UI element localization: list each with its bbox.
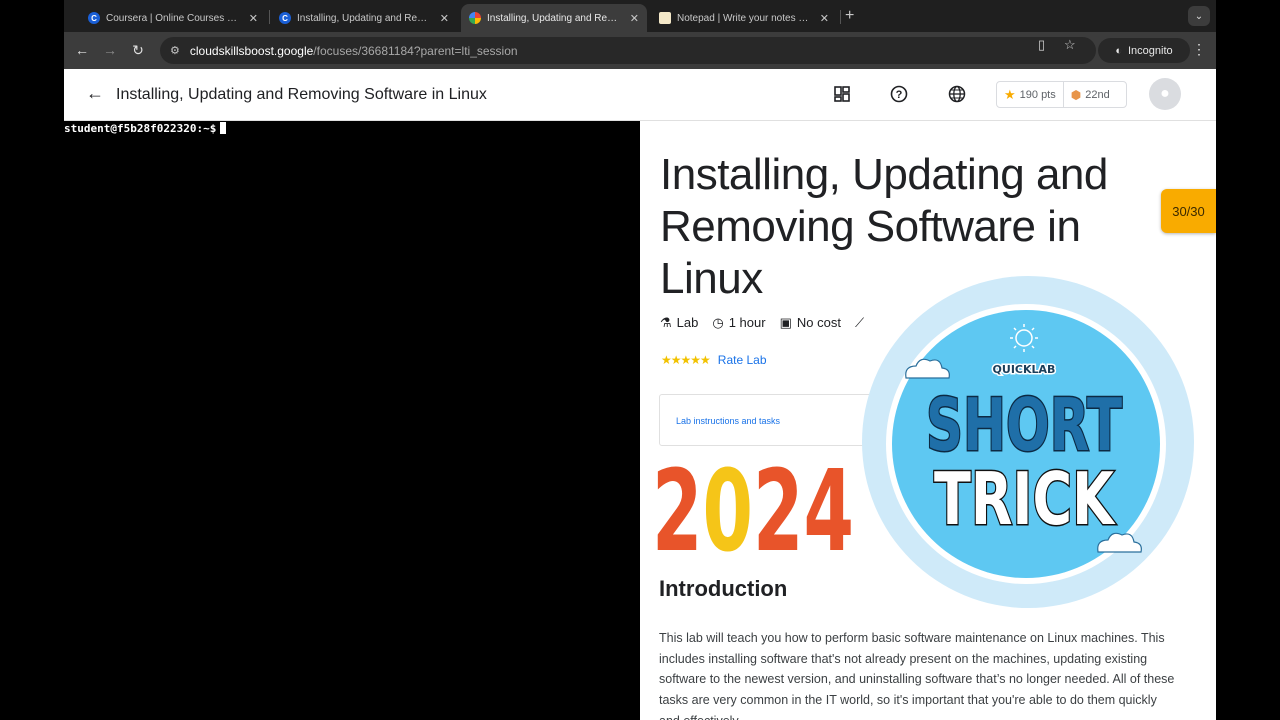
- lab-meta: ⚗ Lab ◷ 1 hour ▣ No cost ⟋: [660, 315, 869, 331]
- forward-arrow-icon[interactable]: →: [100, 40, 120, 60]
- browser-toolbar: ← → ↻ ⚙ cloudskillsboost.google/focuses/…: [64, 32, 1216, 69]
- score-tab[interactable]: 30/30: [1161, 189, 1216, 233]
- language-globe-icon[interactable]: [946, 83, 968, 105]
- svg-text:?: ?: [896, 89, 903, 101]
- browser-tab[interactable]: Notepad | Write your notes online ✕: [651, 4, 837, 32]
- new-tab-icon[interactable]: +: [845, 7, 854, 25]
- league-icon: ⬢: [1070, 87, 1082, 102]
- rating-stars-icon: ★★★★★: [661, 353, 711, 367]
- back-arrow-icon[interactable]: ←: [72, 40, 92, 60]
- terminal-cursor: [220, 122, 227, 134]
- tab-title: Installing, Updating and Removing Softwa…: [297, 12, 432, 24]
- rating-row: ★★★★★ Rate Lab: [661, 353, 767, 367]
- money-icon: ▣: [779, 315, 792, 330]
- page-title: Installing, Updating and Removing Softwa…: [116, 86, 487, 103]
- incognito-label: Incognito: [1128, 44, 1173, 57]
- app-header: ← Installing, Updating and Removing Soft…: [64, 69, 1216, 121]
- incognito-icon: ◐: [1115, 44, 1122, 57]
- year-overlay: 2024: [652, 450, 854, 560]
- score-value: 30/30: [1172, 203, 1205, 219]
- lab-duration-label: 1 hour: [728, 315, 766, 330]
- incognito-indicator[interactable]: ◐ Incognito: [1098, 38, 1190, 63]
- address-bar[interactable]: ⚙ cloudskillsboost.google/focuses/366811…: [160, 37, 1096, 64]
- points-value: 190 pts: [1019, 88, 1056, 101]
- coursera-icon: C: [88, 12, 100, 24]
- intro-paragraph: This lab will teach you how to perform b…: [659, 631, 1175, 720]
- coursera-icon: C: [279, 12, 291, 24]
- google-cloud-icon: [469, 12, 481, 24]
- tab-title: Notepad | Write your notes online: [677, 12, 812, 24]
- lab-type-label: Lab: [676, 315, 699, 330]
- rank-badge: ⬢ 22nd: [1064, 82, 1117, 107]
- lab-tasks-link[interactable]: Lab instructions and tasks: [676, 416, 780, 426]
- notepad-icon: [659, 12, 671, 24]
- star-icon: ★: [1004, 86, 1016, 102]
- dashboard-icon[interactable]: [831, 83, 853, 105]
- close-tab-icon[interactable]: ✕: [630, 12, 639, 25]
- avatar[interactable]: ●: [1149, 78, 1181, 110]
- flask-icon: ⚗: [660, 315, 672, 330]
- save-page-icon[interactable]: ▯: [1038, 37, 1045, 53]
- tab-separator: [269, 10, 270, 24]
- help-icon[interactable]: ?: [888, 83, 910, 105]
- prompt-text: student@f5b28f022320:~$: [64, 122, 217, 135]
- tab-title: Coursera | Online Courses From Top Unive…: [106, 12, 241, 24]
- browser-menu-icon[interactable]: ⋮: [1192, 41, 1206, 58]
- reload-icon[interactable]: ↻: [128, 40, 148, 60]
- url-path: /focuses/36681184?parent=lti_session: [313, 43, 518, 58]
- terminal-pane[interactable]: student@f5b28f022320:~$: [64, 121, 640, 720]
- tab-title: Installing, Updating and Removing Softwa…: [487, 12, 622, 24]
- close-tab-icon[interactable]: ✕: [820, 12, 829, 25]
- badge-line2: TRICK: [934, 457, 1116, 541]
- lab-cost-label: No cost: [796, 315, 841, 330]
- lab-duration: ◷ 1 hour: [712, 315, 765, 331]
- badge-tag: QUICKLAB: [993, 363, 1056, 376]
- rank-value: 22nd: [1085, 88, 1110, 101]
- terminal-prompt: student@f5b28f022320:~$: [64, 122, 227, 135]
- clock-icon: ◷: [712, 315, 724, 330]
- url-host: cloudskillsboost.google: [189, 43, 314, 58]
- close-tab-icon[interactable]: ✕: [249, 12, 258, 25]
- points-badge: ★ 190 pts: [997, 82, 1063, 107]
- year-text: 2024: [652, 450, 854, 560]
- badge-line1: SHORT: [926, 383, 1122, 467]
- browser-tab[interactable]: C Installing, Updating and Removing Soft…: [271, 4, 457, 32]
- tab-search-chevron-icon[interactable]: ⌄: [1188, 6, 1210, 26]
- points-rank-widget[interactable]: ★ 190 pts ⬢ 22nd: [996, 81, 1127, 108]
- browser-tab-active[interactable]: Installing, Updating and Removing Softwa…: [461, 4, 647, 32]
- back-arrow-icon[interactable]: ←: [86, 83, 104, 104]
- lab-type: ⚗ Lab: [660, 315, 698, 331]
- short-trick-badge: QUICKLAB SHORT TRICK: [862, 276, 1194, 608]
- browser-tab[interactable]: C Coursera | Online Courses From Top Uni…: [80, 4, 266, 32]
- bookmark-star-icon[interactable]: ☆: [1064, 37, 1076, 53]
- site-settings-icon[interactable]: ⚙: [170, 44, 180, 57]
- tab-separator: [840, 10, 841, 24]
- rate-lab-link[interactable]: Rate Lab: [718, 353, 767, 367]
- intro-heading: Introduction: [659, 576, 788, 601]
- lab-cost: ▣ No cost: [780, 315, 841, 331]
- browser-tab-bar: C Coursera | Online Courses From Top Uni…: [64, 0, 1216, 32]
- close-tab-icon[interactable]: ✕: [440, 12, 449, 25]
